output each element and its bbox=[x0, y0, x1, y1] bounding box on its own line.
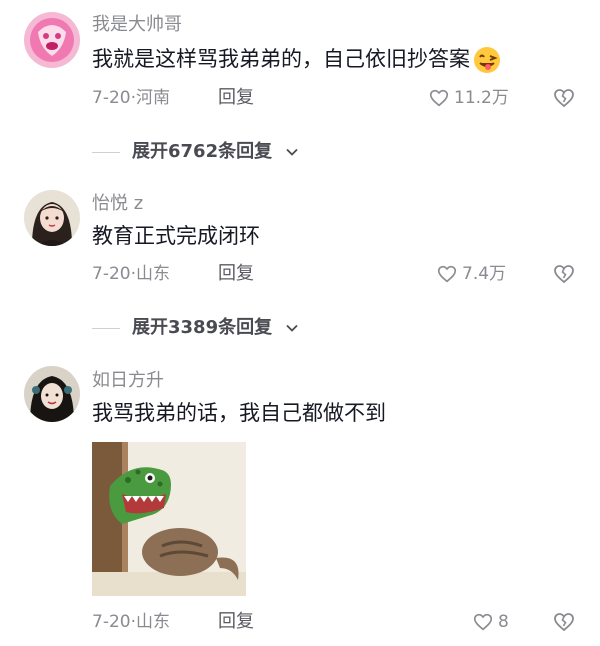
like-count: 11.2万 bbox=[454, 88, 509, 108]
like-count: 7.4万 bbox=[462, 264, 507, 284]
broken-heart-icon[interactable] bbox=[552, 610, 576, 634]
broken-heart-icon[interactable] bbox=[552, 86, 576, 110]
like-button[interactable]: 8 bbox=[472, 610, 509, 634]
winking-tongue-emoji-icon bbox=[472, 45, 502, 75]
expand-replies-button[interactable]: 展开6762条回复 bbox=[92, 140, 300, 164]
comment-text-content: 我就是这样骂我弟弟的，自己依旧抄答案 bbox=[92, 47, 470, 71]
divider-line bbox=[92, 151, 120, 153]
heart-icon bbox=[437, 265, 457, 283]
username[interactable]: 我是大帅哥 bbox=[92, 13, 182, 37]
avatar[interactable] bbox=[24, 190, 80, 246]
username[interactable]: 如日方升 bbox=[92, 369, 164, 393]
date-location: 7-20·山东 bbox=[92, 264, 170, 284]
comment-text: 我骂我弟的话，我自己都做不到 bbox=[92, 401, 386, 425]
like-count: 8 bbox=[498, 612, 509, 632]
comment-text: 我就是这样骂我弟弟的，自己依旧抄答案 bbox=[92, 44, 502, 75]
chevron-down-icon bbox=[286, 148, 298, 156]
heart-icon bbox=[429, 89, 449, 107]
comment-image-cat-dinosaur[interactable] bbox=[92, 442, 246, 596]
avatar[interactable] bbox=[24, 366, 80, 422]
like-button[interactable]: 7.4万 bbox=[436, 262, 506, 286]
reply-button[interactable]: 回复 bbox=[218, 262, 254, 286]
expand-replies-label: 展开3389条回复 bbox=[132, 317, 273, 338]
reply-button[interactable]: 回复 bbox=[218, 610, 254, 634]
date-location: 7-20·山东 bbox=[92, 612, 170, 632]
comment-text: 教育正式完成闭环 bbox=[92, 224, 260, 248]
username[interactable]: 怡悦 z bbox=[92, 192, 143, 216]
divider-line bbox=[92, 327, 120, 329]
like-button[interactable]: 11.2万 bbox=[428, 86, 509, 110]
broken-heart-icon[interactable] bbox=[552, 262, 576, 286]
date-location: 7-20·河南 bbox=[92, 88, 170, 108]
heart-icon bbox=[473, 613, 493, 631]
avatar[interactable] bbox=[24, 12, 80, 68]
expand-replies-button[interactable]: 展开3389条回复 bbox=[92, 316, 300, 340]
chevron-down-icon bbox=[286, 324, 298, 332]
expand-replies-label: 展开6762条回复 bbox=[132, 141, 273, 162]
reply-button[interactable]: 回复 bbox=[218, 86, 254, 110]
